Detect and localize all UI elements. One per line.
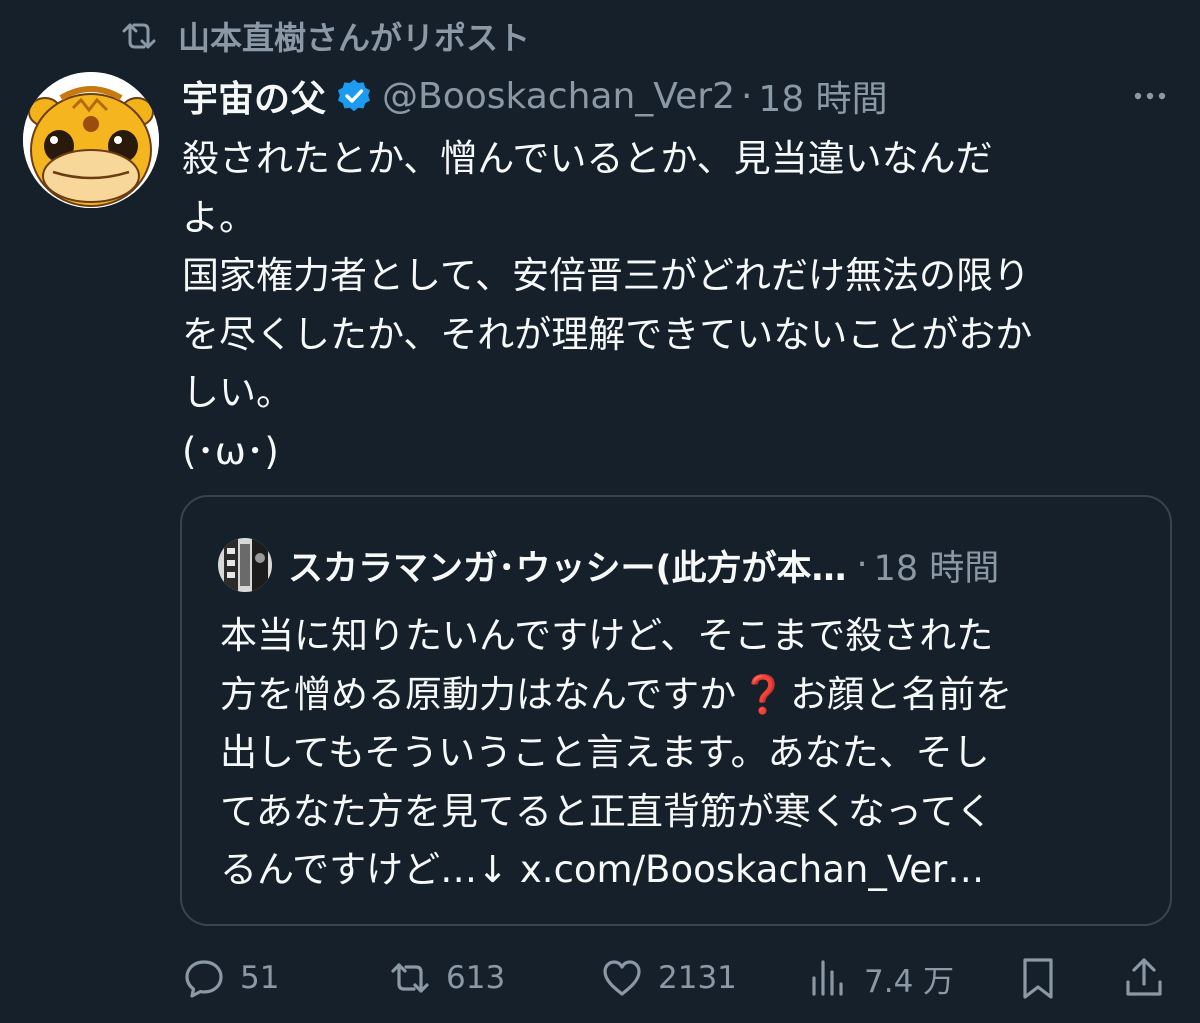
tweet-text-line: を尽くしたか、それが理解できていないことがおか <box>182 312 1033 356</box>
verified-badge-icon[interactable] <box>336 78 372 114</box>
quoted-tweet-card[interactable]: スカラマンガ･ウッシー(此方が本… · 18 時間 本当に知りたいんですけど、そ… <box>180 495 1172 926</box>
quoted-text-segment: 方を憎める原動力はなんですか <box>220 672 737 716</box>
avatar-image <box>23 72 159 208</box>
quoted-tweet-text: 本当に知りたいんですけど、そこまで殺された 方を憎める原動力はなんですか ❓ お顔と… <box>220 607 1150 900</box>
quoted-tweet-header: スカラマンガ･ウッシー(此方が本… · 18 時間 <box>218 538 1000 592</box>
bookmark-icon <box>1023 958 1053 999</box>
question-mark-emoji: ❓ <box>740 672 787 716</box>
timeline: 山本直樹さんがリポスト 宇宙の父 @Booskachan_Ver2 · 18 時… <box>0 0 1200 1023</box>
repost-indicator[interactable]: 山本直樹さんがリポスト <box>118 14 530 58</box>
avatar[interactable] <box>23 72 159 208</box>
quoted-text-line: 方を憎める原動力はなんですか ❓ お顔と名前を <box>220 666 1150 725</box>
quoted-avatar-image <box>218 538 272 592</box>
share-button[interactable] <box>1122 948 1180 1008</box>
separator-dot: · <box>740 75 753 117</box>
views-chart-icon <box>812 960 843 996</box>
tweet-actions: 51 613 2131 7.4 万 <box>182 948 1172 1008</box>
repost-icon <box>391 963 429 993</box>
quoted-text-line: てあなた方を見てると正直背筋が寒くなってく <box>220 789 993 833</box>
tweet-text-line: 殺されたとか、憎んでいるとか、見当違いなんだ <box>182 137 993 180</box>
repost-label: 山本直樹さんがリポスト <box>178 19 531 57</box>
quoted-text-line: 本当に知りたいんですけど、そこまで殺された <box>220 614 994 657</box>
quoted-text-segment: お顔と名前を <box>790 672 1013 716</box>
quoted-text-line: るんですけど…↓ x.com/Booskachan_Ver… <box>220 848 985 891</box>
separator-dot: · <box>856 545 868 585</box>
views-count: 7.4 万 <box>864 963 955 1000</box>
tweet-text-line: (･ω･) <box>182 429 279 473</box>
quoted-avatar[interactable] <box>218 538 272 592</box>
repost-count: 613 <box>446 960 506 996</box>
tweet-text: 殺されたとか、憎んでいるとか、見当違いなんだ よ。 国家権力者として、安倍晋三が… <box>182 130 1172 481</box>
author-name[interactable]: 宇宙の父 <box>182 70 326 122</box>
tweet-text-line: よ。 <box>182 195 256 239</box>
share-icon <box>1126 958 1162 996</box>
timestamp[interactable]: 18 時間 <box>758 70 887 122</box>
bookmark-button[interactable] <box>1016 948 1074 1008</box>
quoted-text-line: 出してもそういうこと言えます。あなた、そし <box>220 731 990 774</box>
views-button[interactable]: 7.4 万 <box>806 948 954 1008</box>
like-count: 2131 <box>658 960 737 996</box>
repost-button[interactable]: 613 <box>388 948 505 1008</box>
tweet-header: 宇宙の父 @Booskachan_Ver2 · 18 時間 <box>182 70 1172 122</box>
more-options-button[interactable] <box>1128 74 1172 118</box>
reply-icon <box>185 960 223 998</box>
heart-icon <box>603 960 641 996</box>
like-button[interactable]: 2131 <box>600 948 737 1008</box>
tweet-text-line: 国家権力者として、安倍晋三がどれだけ無法の限り <box>182 254 1031 297</box>
tweet-text-line: しい。 <box>182 371 293 414</box>
quoted-timestamp[interactable]: 18 時間 <box>874 540 1000 591</box>
more-icon <box>1134 92 1166 100</box>
reply-button[interactable]: 51 <box>182 948 279 1008</box>
repost-icon <box>122 23 156 49</box>
reply-count: 51 <box>240 960 280 996</box>
author-handle[interactable]: @Booskachan_Ver2 <box>382 76 735 117</box>
quoted-author-name[interactable]: スカラマンガ･ウッシー(此方が本… <box>288 540 847 591</box>
